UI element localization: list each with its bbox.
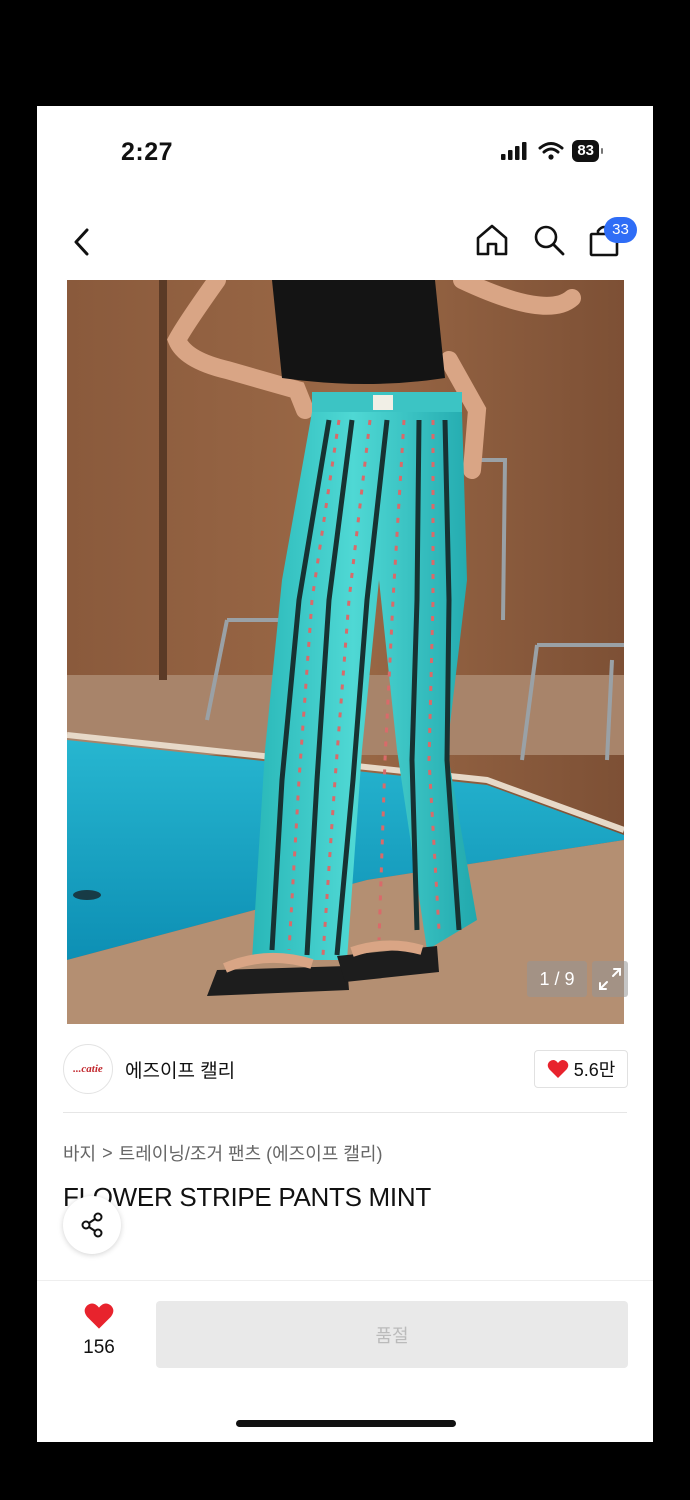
product-title: FLOWER STRIPE PANTS MINT (63, 1182, 431, 1212)
section-divider (37, 1280, 653, 1281)
share-icon (81, 1212, 103, 1238)
cart-count-badge: 33 (604, 217, 637, 243)
status-time: 2:27 (121, 138, 174, 166)
back-arrow-icon[interactable] (67, 224, 97, 260)
heart-filled-icon (84, 1303, 114, 1329)
wishlist-button[interactable]: 156 (71, 1302, 127, 1359)
brand-logo[interactable]: ...catie (63, 1044, 113, 1094)
sold-out-button[interactable]: 품절 (156, 1301, 628, 1368)
search-icon[interactable] (531, 222, 567, 258)
divider (63, 1112, 627, 1113)
product-image[interactable] (67, 280, 624, 1024)
breadcrumb: 바지 > 트레이닝/조거 팬츠 (에즈이프 캘리) (63, 1140, 382, 1166)
home-icon[interactable] (474, 222, 510, 258)
brand-like-button[interactable]: 5.6만 (534, 1050, 628, 1088)
breadcrumb-separator: > (102, 1142, 113, 1163)
home-indicator[interactable] (236, 1420, 456, 1427)
brand-like-count: 5.6만 (573, 1060, 616, 1080)
heart-icon (547, 1060, 568, 1078)
breadcrumb-subcategory[interactable]: 트레이닝/조거 팬츠 (에즈이프 캘리) (119, 1140, 383, 1166)
battery-indicator: 83 (572, 140, 603, 162)
app-screen: 2:27 83 33 1 / 9 ...catie 에즈이프 캘리 5.6만 바… (37, 106, 653, 1442)
wishlist-count: 156 (83, 1337, 115, 1358)
status-icons: 83 (500, 140, 603, 162)
image-counter: 1 / 9 (527, 961, 587, 997)
expand-icon[interactable] (592, 961, 628, 997)
breadcrumb-category[interactable]: 바지 (63, 1140, 96, 1166)
signal-icon (501, 142, 527, 160)
share-button[interactable] (63, 1196, 121, 1254)
brand-name[interactable]: 에즈이프 캘리 (125, 1056, 235, 1083)
wifi-icon (538, 142, 564, 160)
